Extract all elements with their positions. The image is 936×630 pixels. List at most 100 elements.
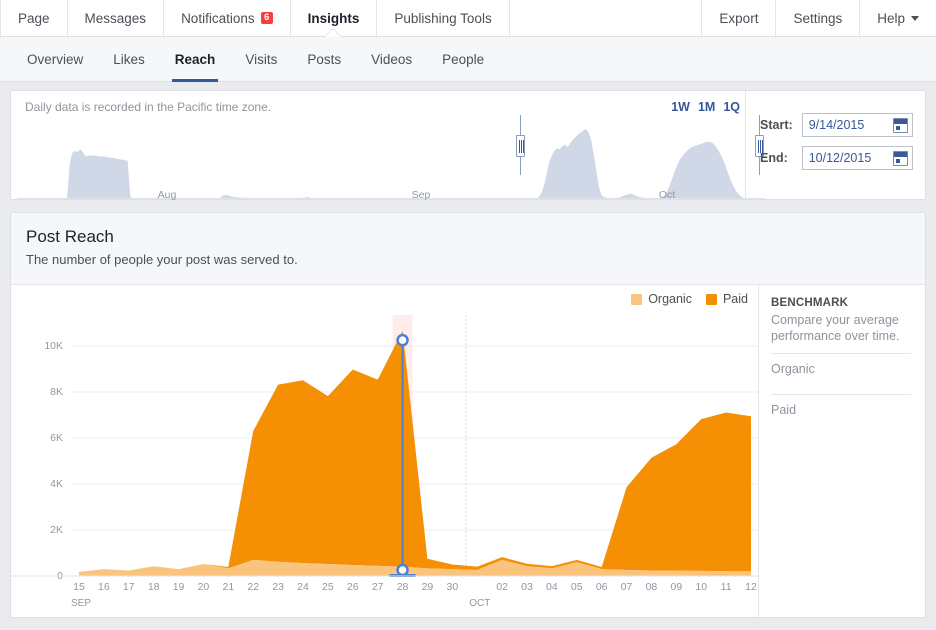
top-nav-item-label: Messages bbox=[84, 10, 147, 26]
tab-label: Visits bbox=[245, 51, 278, 67]
range-preset-group: 1W 1M 1Q bbox=[671, 100, 740, 114]
top-nav-item-notifications[interactable]: Notifications 6 bbox=[164, 0, 291, 36]
x-axis-tick-label: 10 bbox=[695, 581, 708, 593]
area-chart[interactable] bbox=[11, 315, 759, 581]
top-nav-item-label: Publishing Tools bbox=[394, 10, 492, 26]
top-nav-item-messages[interactable]: Messages bbox=[68, 0, 165, 36]
end-date-input[interactable]: 10/12/2015 bbox=[801, 146, 913, 170]
x-axis-tick-label: 17 bbox=[122, 581, 135, 593]
range-overview-chart[interactable] bbox=[17, 121, 765, 199]
x-axis-tick-label: 02 bbox=[496, 581, 508, 593]
calendar-icon[interactable] bbox=[893, 151, 908, 166]
top-navigation-bar: Page Messages Notifications 6 Insights Publis… bbox=[0, 0, 936, 37]
range-overview-month-labels: Aug Sep Oct bbox=[17, 189, 765, 203]
chart-plot-region[interactable]: Organic Paid 0 2K 4K 6K 8K 10K 15 16 17 … bbox=[11, 285, 759, 617]
top-nav-item-label: Export bbox=[719, 10, 759, 26]
legend-label: Organic bbox=[648, 292, 692, 306]
top-nav-item-export[interactable]: Export bbox=[701, 0, 775, 36]
chevron-down-icon bbox=[911, 15, 919, 21]
x-axis-tick-label: 19 bbox=[172, 581, 185, 593]
range-preset-1q[interactable]: 1Q bbox=[723, 100, 740, 114]
top-nav-left-group: Page Messages Notifications 6 Insights Publis… bbox=[0, 0, 510, 37]
top-nav-item-page[interactable]: Page bbox=[0, 0, 68, 36]
x-axis-month-label: SEP bbox=[71, 598, 92, 609]
end-date-value: 10/12/2015 bbox=[808, 151, 872, 165]
benchmark-row-list: Organic Paid bbox=[771, 353, 911, 426]
calendar-icon[interactable] bbox=[893, 118, 908, 133]
legend-item-paid[interactable]: Paid bbox=[705, 292, 748, 306]
benchmark-description: Compare your average performance over ti… bbox=[771, 313, 900, 343]
page-subtitle: The number of people your post was serve… bbox=[26, 252, 298, 267]
top-nav-item-label: Page bbox=[18, 10, 50, 26]
tab-label: Reach bbox=[174, 51, 216, 67]
insights-page: Page Messages Notifications 6 Insights Publis… bbox=[0, 0, 936, 630]
x-axis-tick-label: 25 bbox=[322, 581, 334, 593]
x-axis-tick-label: 12 bbox=[745, 581, 757, 593]
post-reach-header: Post Reach The number of people your pos… bbox=[11, 213, 925, 285]
selection-top-handle bbox=[396, 333, 409, 347]
x-axis-tick-label: 27 bbox=[371, 581, 384, 593]
tab-visits[interactable]: Visits bbox=[230, 37, 292, 82]
x-axis-tick-label: 04 bbox=[546, 581, 558, 593]
x-axis-tick-label: 23 bbox=[272, 581, 284, 593]
benchmark-row-organic[interactable]: Organic bbox=[771, 353, 911, 385]
top-nav-item-settings[interactable]: Settings bbox=[775, 0, 859, 36]
tab-people[interactable]: People bbox=[427, 37, 499, 82]
notifications-badge: 6 bbox=[260, 12, 273, 24]
x-axis-tick-label: 06 bbox=[595, 581, 608, 593]
tab-label: Overview bbox=[27, 51, 84, 67]
benchmark-panel: BENCHMARK Compare your average performan… bbox=[757, 285, 925, 617]
date-range-inputs: Start: 9/14/2015 End: 10/12/2015 bbox=[745, 91, 925, 199]
start-date-input[interactable]: 9/14/2015 bbox=[801, 113, 913, 137]
tab-overview[interactable]: Overview bbox=[12, 37, 98, 82]
start-date-value: 9/14/2015 bbox=[808, 118, 865, 132]
x-axis-tick-label: 03 bbox=[521, 581, 533, 593]
x-axis-tick-label: 15 bbox=[73, 581, 85, 593]
chart-body: Organic Paid 0 2K 4K 6K 8K 10K 15 16 17 … bbox=[11, 285, 925, 617]
x-axis-tick-label: 16 bbox=[98, 581, 110, 593]
top-nav-right-group: Export Settings Help bbox=[701, 0, 936, 36]
top-nav-item-help[interactable]: Help bbox=[859, 0, 936, 36]
insights-sub-navigation: Overview Likes Reach Visits Posts Videos Peopl… bbox=[0, 37, 936, 82]
tab-label: Videos bbox=[371, 51, 413, 67]
tab-label: Posts bbox=[307, 51, 342, 67]
range-preset-1w[interactable]: 1W bbox=[671, 100, 690, 114]
x-axis-tick-label: 08 bbox=[645, 581, 658, 593]
x-axis-tick-label: 30 bbox=[446, 581, 459, 593]
range-preset-1m[interactable]: 1M bbox=[698, 100, 715, 114]
x-axis-tick-label: 18 bbox=[147, 581, 160, 593]
x-axis-tick-label: 29 bbox=[421, 581, 434, 593]
x-axis-tick-label: 26 bbox=[346, 581, 359, 593]
benchmark-title: BENCHMARK bbox=[771, 297, 849, 309]
benchmark-row-paid[interactable]: Paid bbox=[771, 394, 911, 426]
legend-item-organic[interactable]: Organic bbox=[631, 292, 692, 306]
tab-reach[interactable]: Reach bbox=[160, 37, 231, 82]
top-nav-item-insights[interactable]: Insights bbox=[291, 0, 378, 37]
tab-label: Likes bbox=[113, 51, 145, 67]
tab-videos[interactable]: Videos bbox=[356, 37, 427, 82]
range-start-handle-grip[interactable] bbox=[516, 135, 525, 157]
x-axis-tick-label: 11 bbox=[720, 581, 732, 593]
post-reach-card: Post Reach The number of people your pos… bbox=[10, 212, 926, 618]
overview-month-label: Aug bbox=[157, 189, 177, 201]
x-axis-tick-label: 22 bbox=[247, 581, 260, 593]
range-overview-sparkline bbox=[17, 128, 765, 199]
top-nav-item-label: Help bbox=[877, 10, 905, 26]
x-axis-tick-label: 28 bbox=[396, 581, 409, 593]
overview-month-label: Oct bbox=[658, 189, 676, 201]
tab-label: People bbox=[442, 51, 485, 67]
selection-bottom-handle bbox=[396, 563, 409, 577]
range-start-handle[interactable] bbox=[516, 115, 525, 175]
legend-swatch-organic bbox=[631, 293, 643, 305]
tab-posts[interactable]: Posts bbox=[292, 37, 356, 82]
tab-likes[interactable]: Likes bbox=[98, 37, 160, 82]
end-date-label: End: bbox=[760, 151, 788, 165]
overview-month-label: Sep bbox=[411, 189, 431, 201]
start-date-label: Start: bbox=[760, 118, 793, 132]
start-date-row: Start: 9/14/2015 bbox=[760, 113, 913, 137]
top-nav-item-publishing-tools[interactable]: Publishing Tools bbox=[377, 0, 510, 36]
date-range-card: Daily data is recorded in the Pacific ti… bbox=[10, 90, 926, 203]
paid-series-area bbox=[79, 330, 751, 572]
x-axis-tick-label: 20 bbox=[197, 581, 210, 593]
top-nav-item-label: Settings bbox=[793, 10, 843, 26]
